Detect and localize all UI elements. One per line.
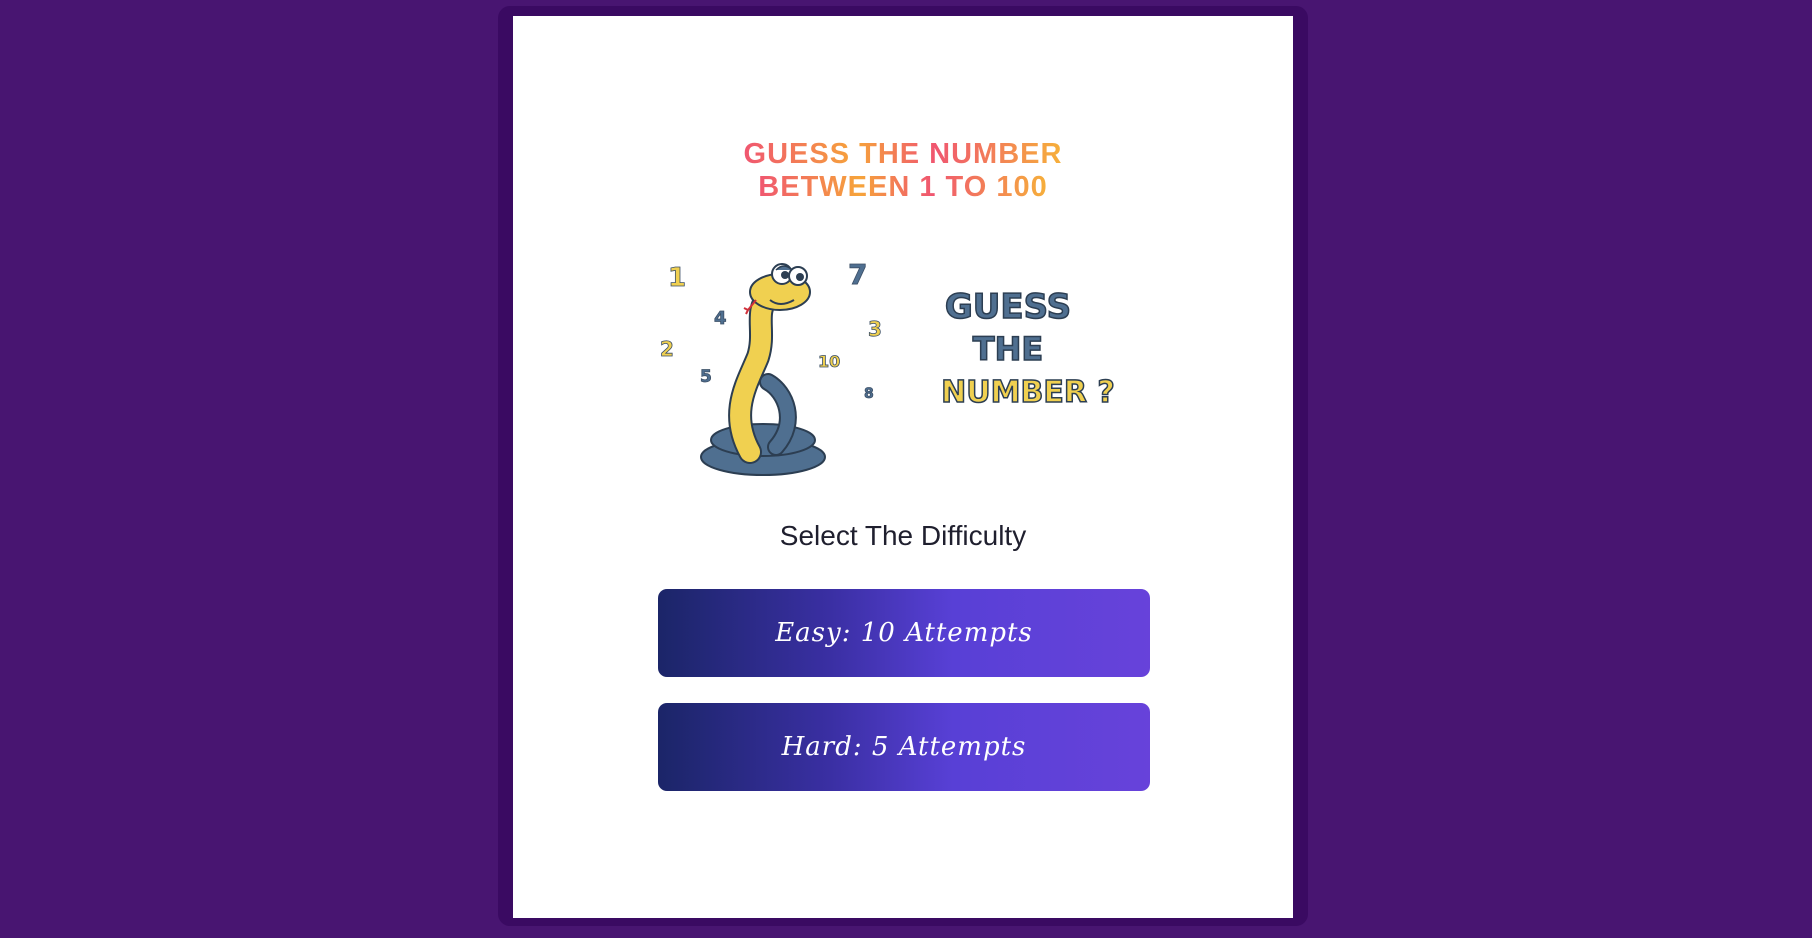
logo-word-the: THE xyxy=(973,330,1043,368)
title-line-1: GUESS THE NUMBER xyxy=(743,138,1063,170)
page-title: GUESS THE NUMBER BETWEEN 1 TO 100 xyxy=(513,138,1293,204)
logo-word-guess: GUESS xyxy=(945,287,1071,327)
logo-number-7: 7 xyxy=(848,262,867,291)
logo-number-3: 3 xyxy=(868,317,882,341)
logo-number-10: 10 xyxy=(818,352,840,371)
logo-number-1: 1 xyxy=(668,263,686,293)
difficulty-prompt: Select The Difficulty xyxy=(779,520,1027,551)
easy-difficulty-button[interactable]: Easy: 10 Attempts xyxy=(658,589,1150,677)
logo-number-4: 4 xyxy=(714,308,727,329)
hard-difficulty-button[interactable]: Hard: 5 Attempts xyxy=(658,703,1150,791)
logo-number-8: 8 xyxy=(864,386,874,402)
game-card: GUESS THE NUMBER BETWEEN 1 TO 100 1 7 4 … xyxy=(513,16,1293,918)
logo-number-5: 5 xyxy=(700,367,712,387)
logo-word-number: NUMBER ? xyxy=(941,375,1115,410)
logo-number-2: 2 xyxy=(660,337,674,361)
guess-the-number-logo: 1 7 4 3 2 10 5 8 GUESS THE NUMBER ? xyxy=(660,262,1116,476)
title-line-2: BETWEEN 1 TO 100 xyxy=(758,171,1048,203)
snake-illustration xyxy=(700,263,826,476)
